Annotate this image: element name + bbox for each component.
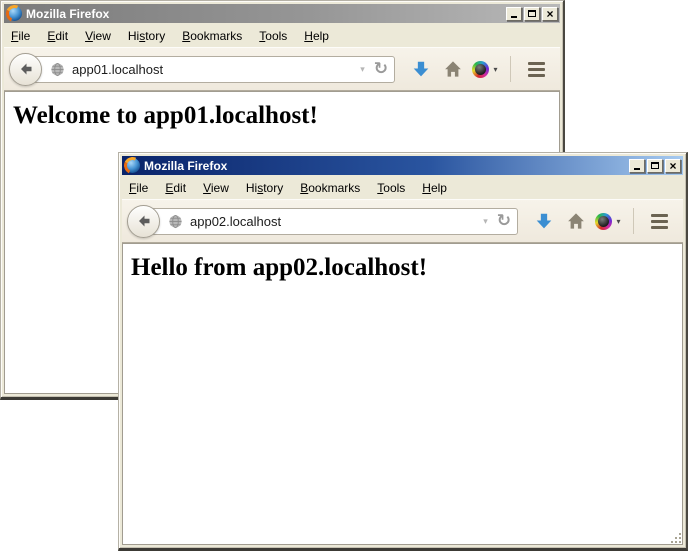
navigation-toolbar: app02.localhost ▾ ↻ ▾ [122, 199, 683, 243]
close-icon: × [669, 161, 676, 171]
menu-item-help[interactable]: Help [304, 29, 329, 43]
reload-icon[interactable]: ↻ [374, 60, 388, 77]
titlebar[interactable]: Mozilla Firefox × [122, 156, 683, 175]
firefox-icon [7, 6, 22, 21]
page-heading: Welcome to app01.localhost! [13, 102, 559, 130]
download-button[interactable] [405, 53, 437, 85]
menu-item-view[interactable]: View [203, 181, 229, 195]
window-title: Mozilla Firefox [144, 159, 625, 173]
back-arrow-icon [18, 61, 34, 77]
url-text[interactable]: app02.localhost [190, 214, 479, 229]
navigation-toolbar: app01.localhost ▾ ↻ ▾ [4, 47, 560, 91]
menu-item-tools[interactable]: Tools [377, 181, 405, 195]
urlbar-dropdown-icon[interactable]: ▾ [360, 64, 365, 75]
menu-item-file[interactable]: File [11, 29, 30, 43]
minimize-icon [511, 16, 517, 18]
minimize-button[interactable] [629, 159, 645, 173]
addon-caret-icon: ▾ [616, 217, 620, 226]
home-button[interactable] [560, 205, 592, 237]
back-arrow-icon [136, 213, 152, 229]
site-identity-globe-icon [168, 214, 183, 229]
menu-item-help[interactable]: Help [422, 181, 447, 195]
menu-item-history[interactable]: History [128, 29, 165, 43]
menu-item-edit[interactable]: Edit [47, 29, 68, 43]
home-button[interactable] [437, 53, 469, 85]
addon-button[interactable]: ▾ [592, 205, 624, 237]
home-icon [567, 212, 585, 230]
toolbar-separator [633, 208, 634, 234]
back-button[interactable] [127, 205, 160, 238]
firefox-icon [125, 158, 140, 173]
addon-caret-icon: ▾ [493, 65, 497, 74]
close-button[interactable]: × [665, 159, 681, 173]
download-arrow-icon [535, 212, 553, 230]
window-title: Mozilla Firefox [26, 7, 502, 21]
app-menu-button[interactable] [520, 53, 552, 85]
download-arrow-icon [412, 60, 430, 78]
menu-item-tools[interactable]: Tools [259, 29, 287, 43]
minimize-button[interactable] [506, 7, 522, 21]
minimize-icon [634, 168, 640, 170]
url-bar[interactable]: app01.localhost ▾ ↻ [25, 56, 395, 83]
menu-bar: File Edit View History Bookmarks Tools H… [122, 175, 683, 199]
menu-item-bookmarks[interactable]: Bookmarks [300, 181, 360, 195]
maximize-icon [528, 10, 536, 17]
hamburger-icon [651, 214, 668, 229]
page-heading: Hello from app02.localhost! [131, 254, 682, 282]
titlebar[interactable]: Mozilla Firefox × [4, 4, 560, 23]
addon-lens-icon [472, 61, 489, 78]
page-content: Hello from app02.localhost! [122, 243, 683, 545]
url-text[interactable]: app01.localhost [72, 62, 356, 77]
back-button[interactable] [9, 53, 42, 86]
home-icon [444, 60, 462, 78]
browser-window-app02: Mozilla Firefox × File Edit View History… [118, 152, 688, 551]
menu-item-history[interactable]: History [246, 181, 283, 195]
close-button[interactable]: × [542, 7, 558, 21]
reload-icon[interactable]: ↻ [497, 212, 511, 229]
hamburger-icon [528, 62, 545, 77]
app-menu-button[interactable] [643, 205, 675, 237]
maximize-button[interactable] [647, 159, 663, 173]
url-bar[interactable]: app02.localhost ▾ ↻ [143, 208, 518, 235]
toolbar-separator [510, 56, 511, 82]
addon-button[interactable]: ▾ [469, 53, 501, 85]
menu-item-file[interactable]: File [129, 181, 148, 195]
site-identity-globe-icon [50, 62, 65, 77]
urlbar-dropdown-icon[interactable]: ▾ [483, 216, 488, 227]
menu-bar: File Edit View History Bookmarks Tools H… [4, 23, 560, 47]
resize-grip[interactable] [670, 532, 684, 546]
menu-item-edit[interactable]: Edit [165, 181, 186, 195]
maximize-button[interactable] [524, 7, 540, 21]
addon-lens-icon [595, 213, 612, 230]
maximize-icon [651, 162, 659, 169]
menu-item-bookmarks[interactable]: Bookmarks [182, 29, 242, 43]
download-button[interactable] [528, 205, 560, 237]
menu-item-view[interactable]: View [85, 29, 111, 43]
close-icon: × [546, 9, 553, 19]
